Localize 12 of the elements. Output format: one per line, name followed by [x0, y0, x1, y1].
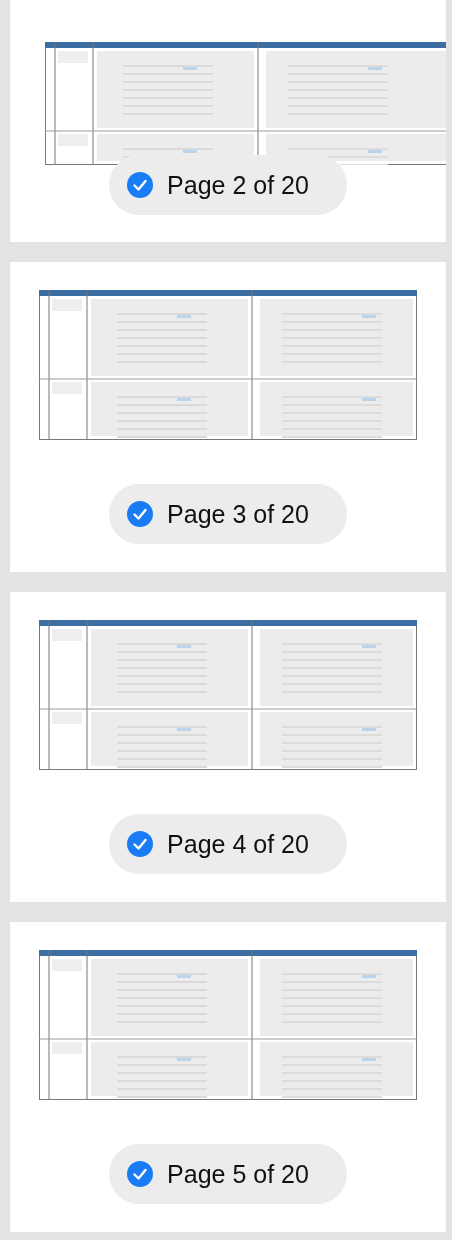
page-number-text: Page 2 of 20: [167, 170, 309, 200]
page-card[interactable]: Page 4 of 20: [10, 592, 446, 902]
page-card[interactable]: Page 3 of 20: [10, 262, 446, 572]
page-number-text: Page 4 of 20: [167, 829, 309, 859]
page-card[interactable]: Page 2 of 20: [10, 0, 446, 242]
page-card[interactable]: Page 5 of 20: [10, 922, 446, 1232]
page-number-text: Page 3 of 20: [167, 499, 309, 529]
page-number-text: Page 5 of 20: [167, 1159, 309, 1189]
checkmark-icon[interactable]: [127, 831, 154, 857]
checkmark-icon[interactable]: [127, 1161, 154, 1187]
checkmark-icon[interactable]: [127, 172, 154, 198]
checkmark-icon[interactable]: [127, 501, 154, 527]
